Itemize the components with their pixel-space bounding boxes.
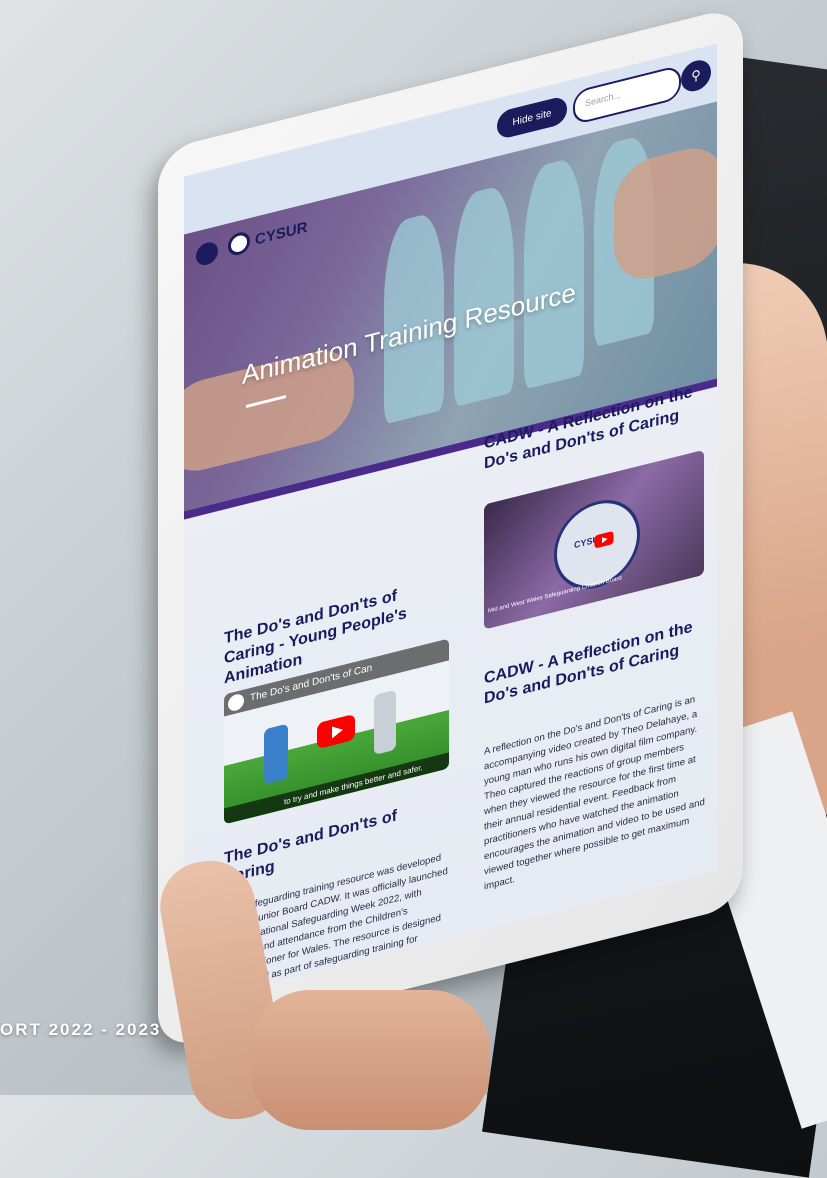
right-text-title: CADW - A Reflection on the Do's and Don'… [484, 618, 693, 708]
hide-site-button[interactable]: Hide site [497, 94, 567, 141]
left-palm [250, 990, 490, 1130]
play-button-icon[interactable] [317, 713, 355, 750]
paper-figure [524, 154, 584, 390]
menu-icon[interactable] [196, 239, 218, 268]
cartoon-figure [374, 689, 396, 756]
site-logo[interactable]: CYSUR [228, 216, 308, 258]
search-placeholder: Search... [585, 89, 622, 109]
cartoon-figure [264, 723, 288, 785]
video-caption: to try and make things better and safer. [284, 762, 423, 807]
search-icon[interactable]: ⚲ [681, 57, 711, 95]
logo-text: CYSUR [255, 218, 308, 249]
report-footer-label: ORT 2022 - 2023 [0, 1020, 162, 1039]
right-text-body: A reflection on the Do's and Don'ts of C… [484, 694, 705, 893]
logo-mark-icon [228, 229, 250, 258]
right-video-player[interactable]: CYSUR Mid and West Wales Safeguarding Ch… [484, 449, 704, 630]
tablet-screen: Hide site Search... ⚲ CYSUR Animation Tr… [184, 43, 717, 1005]
